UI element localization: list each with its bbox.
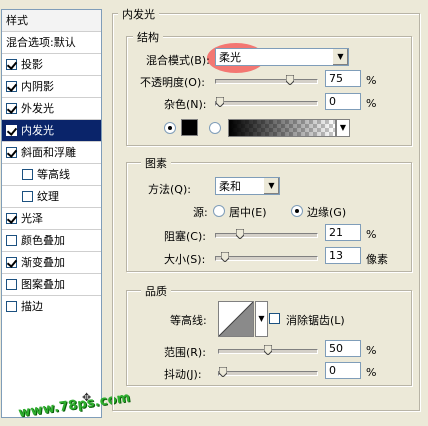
source-edge-label: 边缘(G) [307,206,347,219]
choke-label: 阻塞(C): [164,230,206,243]
chevron-down-icon[interactable]: ▼ [336,119,350,137]
checkbox-color-overlay[interactable] [6,235,17,246]
style-item-color-overlay[interactable]: 颜色叠加 [2,230,101,252]
checkbox-texture[interactable] [22,191,33,202]
style-list: 样式 混合选项:默认 投影 内阴影 外发光 内发光 斜面和浮雕 等高线 纹理 光… [1,9,102,418]
jitter-label: 抖动(J): [164,368,202,381]
choke-slider-thumb[interactable] [236,229,244,239]
contour-preview[interactable] [218,301,254,337]
blend-mode-label: 混合模式(B): [146,54,210,67]
range-slider[interactable] [218,345,318,355]
opacity-slider[interactable] [215,75,318,85]
checkbox-inner-shadow[interactable] [6,81,17,92]
style-item-stroke[interactable]: 描边 [2,296,101,318]
noise-input[interactable]: 0 [325,93,361,110]
opacity-input[interactable]: 75 [325,70,361,87]
checkbox-stroke[interactable] [6,301,17,312]
checkbox-gradient-overlay[interactable] [6,257,17,268]
opacity-label: 不透明度(O): [140,76,205,89]
style-item-satin[interactable]: 光泽 [2,208,101,230]
size-label: 大小(S): [164,253,206,266]
size-unit: 像素 [366,253,388,266]
source-center-radio[interactable] [213,205,225,217]
style-item-bevel-emboss[interactable]: 斜面和浮雕 [2,142,101,164]
checkbox-drop-shadow[interactable] [6,59,17,70]
method-label: 方法(Q): [148,183,191,196]
style-item-drop-shadow[interactable]: 投影 [2,54,101,76]
glow-gradient-picker[interactable] [228,119,336,137]
range-slider-thumb[interactable] [264,345,272,355]
blend-mode-value: 柔光 [219,51,241,64]
method-value: 柔和 [219,180,241,193]
style-item-inner-shadow[interactable]: 内阴影 [2,76,101,98]
choke-unit: % [366,228,377,241]
checkbox-inner-glow[interactable] [6,125,17,136]
source-label: 源: [193,206,208,219]
choke-slider[interactable] [215,229,318,239]
jitter-slider[interactable] [218,367,318,377]
style-item-pattern-overlay[interactable]: 图案叠加 [2,274,101,296]
range-label: 范围(R): [164,346,206,359]
style-item-gradient-overlay[interactable]: 渐变叠加 [2,252,101,274]
style-item-blend-options[interactable]: 混合选项:默认 [2,32,101,54]
noise-slider-thumb[interactable] [216,97,224,107]
noise-unit: % [366,97,377,110]
chevron-down-icon[interactable]: ▼ [255,301,268,337]
quality-title: 品质 [141,283,171,299]
choke-input[interactable]: 21 [325,224,361,241]
checkbox-contour[interactable] [22,169,33,180]
jitter-slider-thumb[interactable] [219,367,227,377]
style-item-texture[interactable]: 纹理 [2,186,101,208]
method-select[interactable]: 柔和 ▼ [215,177,280,195]
size-input[interactable]: 13 [325,247,361,264]
contour-curve-icon [218,301,254,337]
inner-glow-title: 内发光 [118,6,159,22]
source-center-label: 居中(E) [229,206,267,219]
opacity-unit: % [366,74,377,87]
antialias-checkbox[interactable] [269,313,280,324]
elements-title: 图素 [141,155,171,171]
checkbox-outer-glow[interactable] [6,103,17,114]
chevron-down-icon[interactable]: ▼ [332,49,348,65]
size-slider-thumb[interactable] [221,252,229,262]
glow-color-swatch[interactable] [181,119,198,136]
contour-label: 等高线: [170,314,207,327]
chevron-down-icon[interactable]: ▼ [263,178,279,194]
checkbox-pattern-overlay[interactable] [6,279,17,290]
antialias-label: 消除锯齿(L) [286,314,345,327]
mouse-icon: ✥ [82,391,92,404]
noise-label: 杂色(N): [164,98,207,111]
source-edge-radio[interactable] [291,205,303,217]
jitter-input[interactable]: 0 [325,362,361,379]
color-radio[interactable] [164,122,176,134]
checkbox-bevel-emboss[interactable] [6,147,17,158]
style-item-contour[interactable]: 等高线 [2,164,101,186]
structure-title: 结构 [133,29,163,45]
style-list-header: 样式 [2,10,101,32]
style-item-outer-glow[interactable]: 外发光 [2,98,101,120]
noise-slider[interactable] [215,97,318,107]
range-input[interactable]: 50 [325,340,361,357]
style-item-inner-glow[interactable]: 内发光 [2,120,101,142]
jitter-unit: % [366,366,377,379]
range-unit: % [366,344,377,357]
size-slider[interactable] [215,252,318,262]
gradient-radio[interactable] [209,122,221,134]
opacity-slider-thumb[interactable] [286,75,294,85]
checkbox-satin[interactable] [6,213,17,224]
blend-mode-select[interactable]: 柔光 ▼ [215,48,349,66]
